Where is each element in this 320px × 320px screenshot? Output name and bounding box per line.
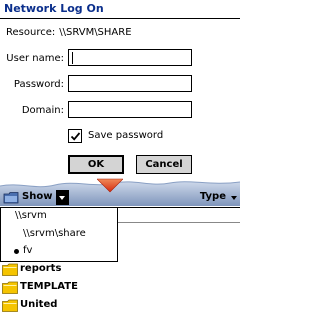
folder-name: reports bbox=[20, 263, 62, 274]
resource-value: \\SRVM\SHARE bbox=[59, 27, 132, 38]
save-password-checkbox[interactable] bbox=[68, 129, 82, 143]
path-menu-item[interactable]: \\srvm bbox=[15, 210, 47, 221]
path-menu-item-label: fv bbox=[23, 245, 33, 256]
explorer-toolbar: Show Type bbox=[0, 190, 240, 206]
column-header bbox=[118, 208, 240, 223]
folder-name: TEMPLATE bbox=[20, 281, 78, 292]
show-dropdown-button[interactable] bbox=[56, 190, 69, 205]
sort-arrow-icon[interactable] bbox=[231, 196, 237, 200]
path-menu-item[interactable]: \\srvm\share bbox=[23, 228, 86, 239]
folder-name: United bbox=[20, 299, 58, 310]
selected-bullet-icon bbox=[14, 249, 19, 254]
domain-field[interactable] bbox=[68, 101, 192, 118]
dialog-title: Network Log On bbox=[4, 2, 104, 15]
view-folder-icon[interactable] bbox=[3, 191, 19, 204]
dialog-title-bar: Network Log On bbox=[0, 0, 240, 19]
user-name-label: User name: bbox=[6, 53, 64, 64]
show-label[interactable]: Show bbox=[22, 191, 52, 202]
ok-button[interactable]: OK bbox=[68, 155, 124, 174]
cancel-button[interactable]: Cancel bbox=[136, 155, 192, 174]
text-caret bbox=[72, 52, 73, 64]
domain-label: Domain: bbox=[21, 105, 64, 116]
save-password-label: Save password bbox=[88, 130, 164, 141]
resource-label: Resource: bbox=[6, 27, 56, 38]
password-field[interactable] bbox=[68, 75, 192, 92]
folder-icon bbox=[2, 299, 18, 312]
folder-icon bbox=[2, 281, 18, 294]
path-menu-item-selected[interactable]: fv bbox=[14, 245, 33, 256]
folder-icon bbox=[2, 263, 18, 276]
user-name-field[interactable] bbox=[68, 49, 192, 66]
resource-row: Resource: \\SRVM\SHARE bbox=[6, 27, 132, 38]
password-label: Password: bbox=[13, 79, 64, 90]
path-dropdown-menu: \\srvm \\srvm\share fv bbox=[0, 207, 118, 262]
checkmark-icon bbox=[70, 132, 81, 141]
type-sort-label[interactable]: Type bbox=[200, 191, 226, 202]
